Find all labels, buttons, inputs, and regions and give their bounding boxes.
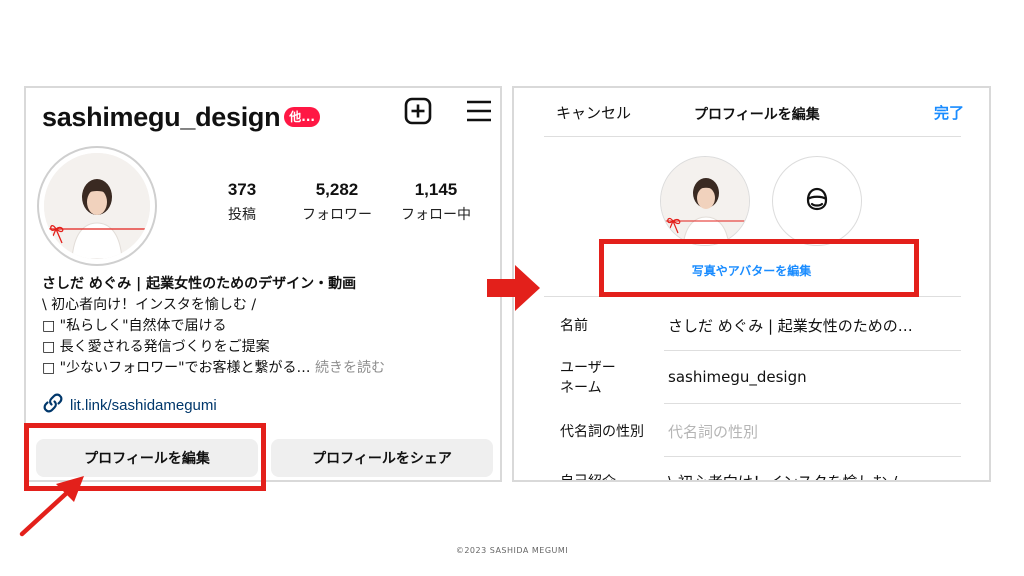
profile-avatar[interactable] xyxy=(37,146,157,266)
edit-avatar-option[interactable] xyxy=(772,156,862,246)
edit-avatar-photo[interactable] xyxy=(660,156,750,246)
header-divider xyxy=(544,136,961,137)
stat-following-label: フォロー中 xyxy=(401,207,471,223)
profile-header: sashimegu_design 他... xyxy=(42,96,320,138)
avatar-face-icon xyxy=(802,184,832,218)
profile-link-text[interactable]: lit.link/sashidamegumi xyxy=(70,397,217,414)
plus-square-icon[interactable] xyxy=(403,96,433,130)
stat-followers[interactable]: 5,282 フォロワー xyxy=(289,180,385,224)
bio-field-label: 自己紹介 xyxy=(560,474,616,482)
done-button[interactable]: 完了 xyxy=(934,102,964,123)
bio-field[interactable]: \ 初心者向け！インスタを愉しむ / xyxy=(668,471,897,480)
cancel-button[interactable]: キャンセル xyxy=(556,102,631,123)
username-field-label: ユーザー ネーム xyxy=(560,360,616,396)
bio-line: □ 長く愛される発信づくりをご提案 xyxy=(42,339,270,355)
edit-photo-highlight xyxy=(599,239,919,297)
field-divider xyxy=(664,403,961,404)
pronouns-field[interactable]: 代名詞の性別 xyxy=(668,421,758,442)
link-icon xyxy=(42,392,64,418)
read-more-link[interactable]: 続きを読む xyxy=(315,360,385,376)
profile-link[interactable]: lit.link/sashidamegumi xyxy=(42,392,217,418)
notification-badge[interactable]: 他... xyxy=(284,107,320,127)
right-arrow-icon xyxy=(487,263,541,317)
username-field[interactable]: sashimegu_design xyxy=(668,368,807,386)
stat-following-count: 1,145 xyxy=(414,180,458,199)
stat-posts-label: 投稿 xyxy=(228,207,256,223)
bio-line: \ 初心者向け！インスタを愉しむ / xyxy=(42,297,257,313)
share-profile-button[interactable]: プロフィールをシェア xyxy=(271,439,493,477)
field-divider xyxy=(664,350,961,351)
stat-posts[interactable]: 373 投稿 xyxy=(194,180,290,224)
hamburger-menu-icon[interactable] xyxy=(464,96,494,130)
copyright-footer: ©2023 SASHIDA MEGUMI xyxy=(455,546,569,555)
bio-line: □ "私らしく"自然体で届ける xyxy=(42,318,227,334)
bio-display-name: さしだ めぐみ | 起業女性のためのデザイン・動画 xyxy=(42,276,357,292)
name-field[interactable]: さしだ めぐみ | 起業女性のための… xyxy=(668,315,913,336)
stat-posts-count: 373 xyxy=(227,180,257,199)
bio-line: □ "少ないフォロワー"でお客様と繋がる… xyxy=(42,360,311,376)
field-divider xyxy=(664,456,961,457)
pronouns-field-label: 代名詞の性別 xyxy=(560,424,644,440)
avatar-photo xyxy=(44,153,150,259)
profile-bio: さしだ めぐみ | 起業女性のためのデザイン・動画 \ 初心者向け！インスタを愉… xyxy=(42,274,492,379)
username[interactable]: sashimegu_design xyxy=(42,102,281,133)
name-field-label: 名前 xyxy=(560,318,588,334)
stat-followers-count: 5,282 xyxy=(315,180,359,199)
bio-line-last: □ "少ないフォロワー"でお客様と繋がる… 続きを読む xyxy=(42,358,492,379)
edit-profile-title: プロフィールを編集 xyxy=(694,107,820,123)
stat-followers-label: フォロワー xyxy=(302,207,372,223)
pointer-arrow-icon xyxy=(18,472,88,542)
stat-following[interactable]: 1,145 フォロー中 xyxy=(388,180,484,224)
